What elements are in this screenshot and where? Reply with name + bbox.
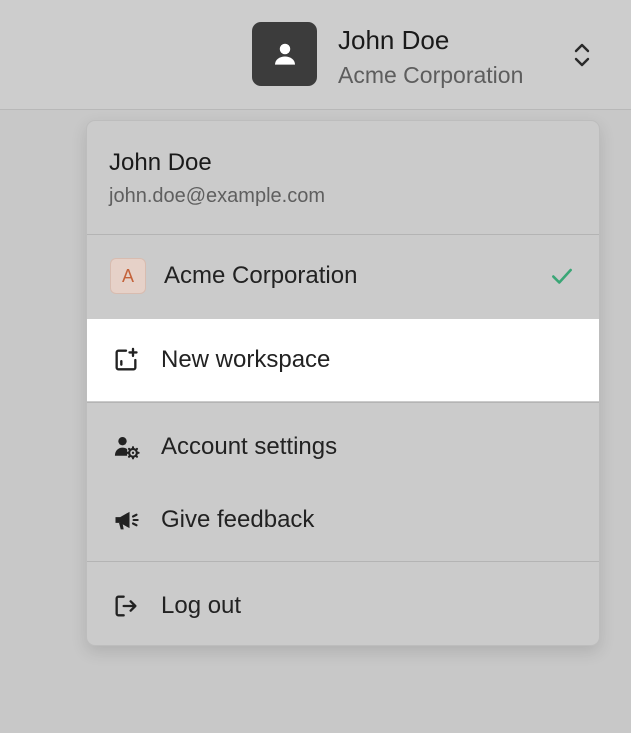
account-dropdown-menu: John Doe john.doe@example.com A Acme Cor… [86,120,600,646]
avatar [252,22,317,86]
new-workspace-button[interactable]: New workspace [87,319,599,401]
workspace-item-acme[interactable]: A Acme Corporation [87,235,599,317]
top-bar: John Doe Acme Corporation [0,0,631,110]
org-badge: A [110,258,146,294]
account-switcher-button[interactable]: John Doe Acme Corporation [252,22,612,88]
user-gear-icon [111,432,141,462]
switcher-org-name: Acme Corporation [338,62,524,88]
user-icon [274,43,295,65]
divider [87,561,599,562]
account-settings-item[interactable]: Account settings [87,406,599,488]
log-out-button[interactable]: Log out [87,565,599,645]
chevron-up-down-icon [574,43,590,67]
menu-user-header: John Doe john.doe@example.com [87,121,599,234]
give-feedback-item[interactable]: Give feedback [87,479,599,561]
give-feedback-label: Give feedback [161,506,315,533]
menu-user-name: John Doe [109,149,212,176]
new-workspace-label: New workspace [161,346,331,373]
divider [87,402,599,403]
megaphone-icon [111,505,141,535]
account-settings-label: Account settings [161,433,338,460]
switcher-user-name: John Doe [338,25,450,55]
log-out-label: Log out [161,592,242,619]
menu-user-email: john.doe@example.com [109,185,325,207]
check-icon [552,268,572,284]
add-square-icon [111,345,141,375]
workspace-label: Acme Corporation [164,262,358,289]
logout-icon [111,591,141,621]
